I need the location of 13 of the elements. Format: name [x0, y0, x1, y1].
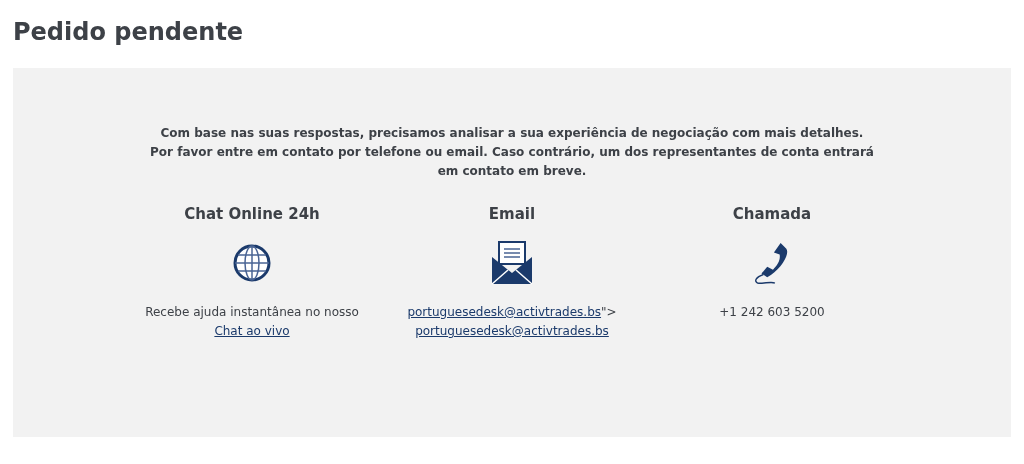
- live-chat-link[interactable]: Chat ao vivo: [214, 322, 290, 341]
- channel-heading: Chat Online 24h: [184, 205, 320, 223]
- channel-heading: Chamada: [732, 205, 812, 223]
- channel-heading: Email: [488, 205, 536, 223]
- email-link[interactable]: portuguesedesk@activtrades.bs: [415, 322, 609, 341]
- intro-text: Com base nas suas respostas, precisamos analisar a sua experiência de negociação com mais detalhes.: [159, 125, 865, 142]
- page-title: Pedido pendente: [13, 17, 245, 48]
- chat-description: Recebe ajuda instantânea no nosso: [145, 304, 359, 321]
- envelope-icon: [491, 241, 533, 285]
- email-link[interactable]: portuguesedesk@activtrades.bs: [407, 303, 602, 322]
- intro-text: Por favor entre em contato por telefone ou email. Caso contrário, um dos representantes de conta entrará em contato em breve.: [149, 144, 875, 180]
- markup-text: ">: [601, 304, 617, 321]
- phone-number: +1 242 603 5200: [719, 304, 825, 321]
